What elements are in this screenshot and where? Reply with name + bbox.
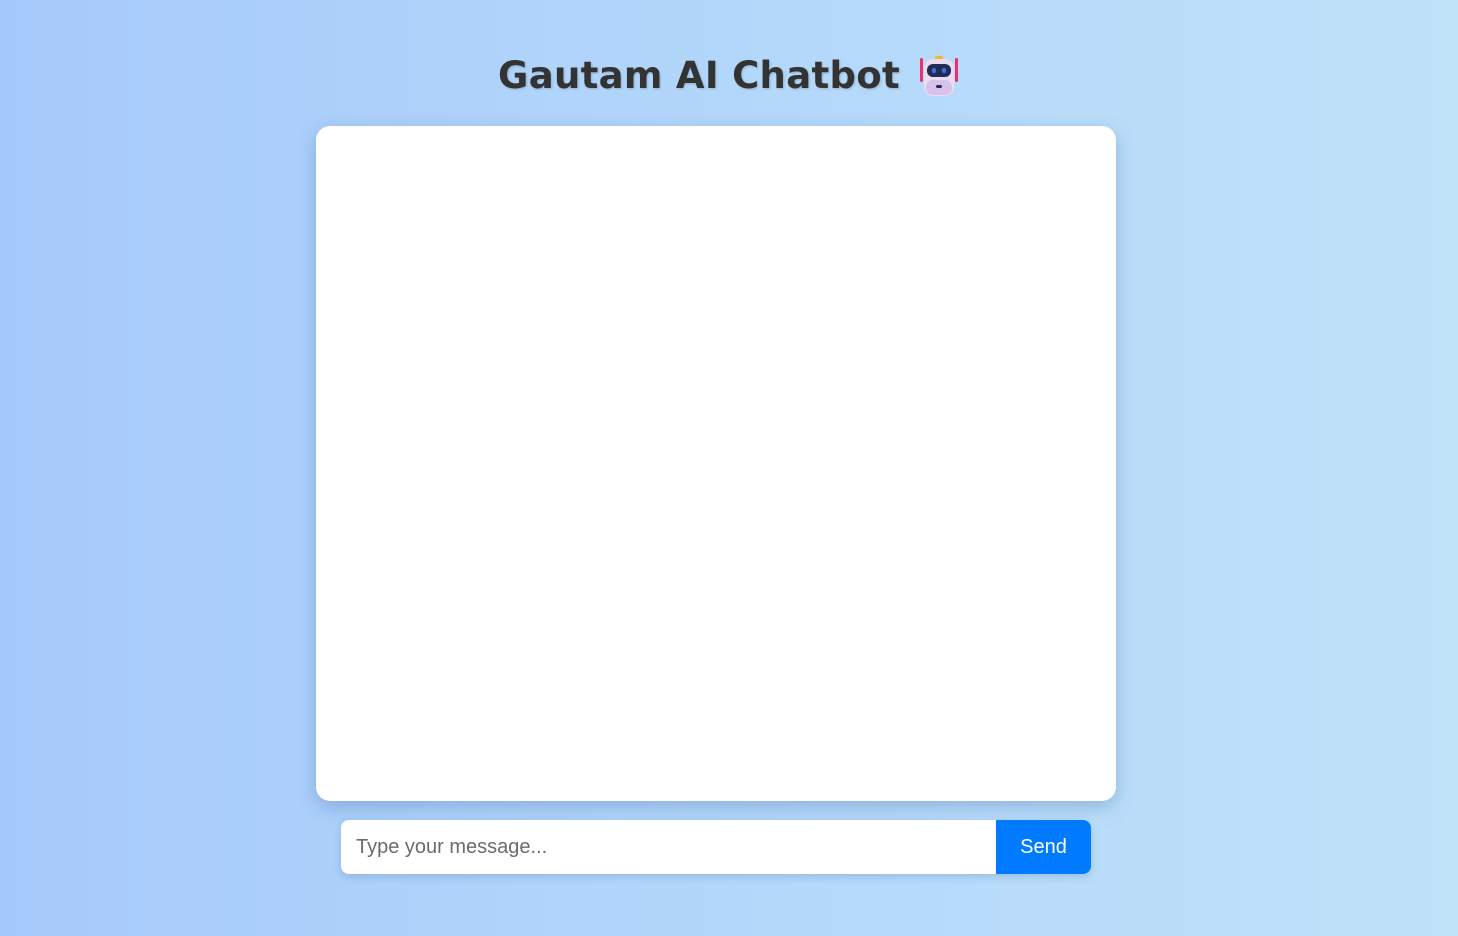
message-composer: Send <box>341 820 1091 874</box>
message-input[interactable] <box>341 820 996 874</box>
robot-icon <box>919 56 958 96</box>
header: Gautam AI Chatbot <box>0 52 1458 100</box>
send-button[interactable]: Send <box>996 820 1091 874</box>
page-title: Gautam AI Chatbot <box>498 54 900 97</box>
chat-window[interactable] <box>316 126 1116 801</box>
